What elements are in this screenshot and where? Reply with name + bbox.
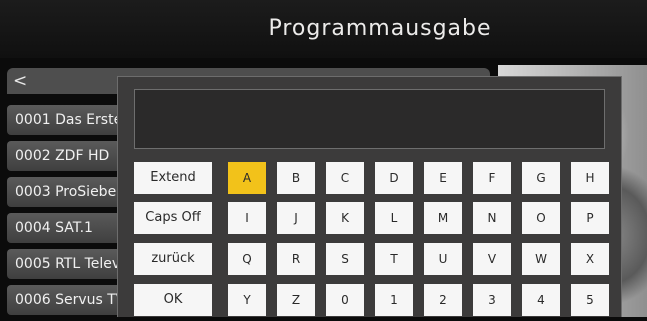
- keyboard-key[interactable]: J: [277, 202, 315, 234]
- channel-item[interactable]: 0005 RTL Television: [7, 249, 127, 279]
- keyboard-key[interactable]: I: [228, 202, 266, 234]
- keyboard-key[interactable]: E: [424, 162, 462, 194]
- keyboard-key[interactable]: D: [375, 162, 413, 194]
- keyboard-key[interactable]: G: [522, 162, 560, 194]
- channel-item[interactable]: 0004 SAT.1: [7, 213, 127, 243]
- keyboard-key[interactable]: X: [571, 243, 609, 275]
- function-key[interactable]: Extend: [134, 162, 212, 194]
- keyboard-key[interactable]: B: [277, 162, 315, 194]
- keyboard-key[interactable]: H: [571, 162, 609, 194]
- keyboard-key[interactable]: M: [424, 202, 462, 234]
- keyboard-key[interactable]: A: [228, 162, 266, 194]
- function-key[interactable]: Caps Off: [134, 202, 212, 234]
- keyboard-key[interactable]: V: [473, 243, 511, 275]
- channel-item[interactable]: 0003 ProSieben: [7, 177, 127, 207]
- search-input[interactable]: [134, 89, 605, 149]
- title-bar: Programmausgabe: [0, 0, 647, 58]
- keyboard-key[interactable]: O: [522, 202, 560, 234]
- channel-item[interactable]: 0006 Servus TV: [7, 285, 127, 315]
- keyboard-key[interactable]: U: [424, 243, 462, 275]
- keyboard-key[interactable]: 5: [571, 284, 609, 316]
- keyboard-key[interactable]: W: [522, 243, 560, 275]
- keyboard-key[interactable]: 3: [473, 284, 511, 316]
- chevron-left-icon[interactable]: <: [13, 68, 27, 94]
- keyboard-key[interactable]: 0: [326, 284, 364, 316]
- keyboard-key[interactable]: L: [375, 202, 413, 234]
- channel-item[interactable]: 0001 Das Erste: [7, 105, 127, 135]
- keyboard-key[interactable]: Z: [277, 284, 315, 316]
- keyboard-key[interactable]: R: [277, 243, 315, 275]
- page-title: Programmausgabe: [268, 16, 492, 41]
- channel-list: 0001 Das Erste 0002 ZDF HD 0003 ProSiebe…: [7, 105, 127, 321]
- keyboard-key[interactable]: S: [326, 243, 364, 275]
- keyboard-key[interactable]: Y: [228, 284, 266, 316]
- keyboard-key[interactable]: Q: [228, 243, 266, 275]
- keyboard-panel: Extend Caps Off zurück OK A B C D E F G H I J K L M N O P Q R…: [117, 76, 622, 317]
- keyboard-key[interactable]: P: [571, 202, 609, 234]
- function-key[interactable]: zurück: [134, 243, 212, 275]
- keyboard-key[interactable]: T: [375, 243, 413, 275]
- keyboard-key[interactable]: N: [473, 202, 511, 234]
- keyboard-key[interactable]: 1: [375, 284, 413, 316]
- keyboard-key[interactable]: F: [473, 162, 511, 194]
- keyboard-key[interactable]: 2: [424, 284, 462, 316]
- keyboard-key[interactable]: C: [326, 162, 364, 194]
- keyboard-key[interactable]: 4: [522, 284, 560, 316]
- channel-item[interactable]: 0002 ZDF HD: [7, 141, 127, 171]
- function-key[interactable]: OK: [134, 284, 212, 316]
- keyboard-key[interactable]: K: [326, 202, 364, 234]
